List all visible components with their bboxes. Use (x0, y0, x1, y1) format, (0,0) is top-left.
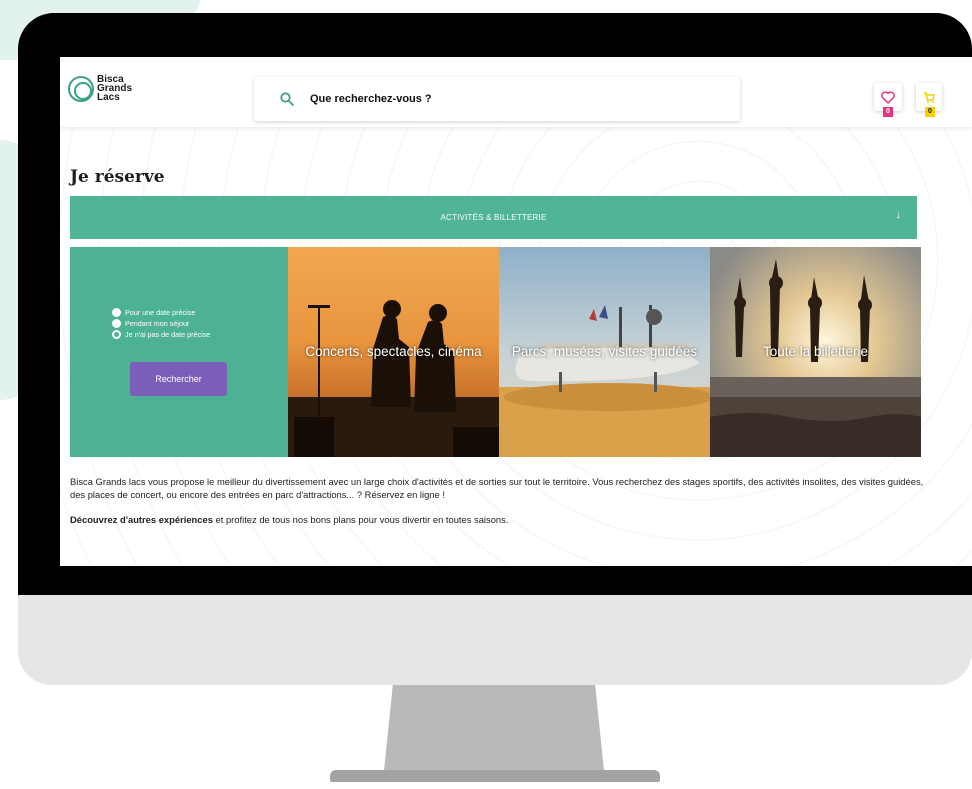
date-option-list: Pour une date précise Pendant mon séjour… (112, 307, 210, 340)
search-bar[interactable] (254, 77, 740, 121)
site-header: Bisca Grands Lacs 0 0 (60, 57, 972, 127)
monitor-stand-neck (384, 685, 604, 771)
card-title: Parcs, musées, visites guidées (511, 344, 698, 359)
accordion-label: ACTIVITÉS & BILLETTERIE (440, 213, 547, 222)
radio-button[interactable] (112, 308, 121, 317)
promo-text: et profitez de tous nos bons plans pour … (212, 514, 509, 525)
monitor-stand-foot (330, 770, 660, 782)
radio-label: Pendant mon séjour (125, 319, 190, 328)
page-title: Je réserve (70, 167, 165, 187)
promo-link[interactable]: Découvrez d'autres expériences (70, 514, 213, 525)
search-input[interactable] (310, 93, 690, 105)
logo-mark-icon (68, 75, 94, 102)
date-option-no-date[interactable]: Je n'ai pas de date précise (112, 329, 210, 340)
monitor: Bisca Grands Lacs 0 0 Je réserve (18, 13, 972, 685)
radio-button-selected[interactable] (112, 330, 121, 339)
cart-count-badge: 0 (925, 107, 935, 117)
monitor-chin (18, 595, 972, 685)
category-card-concerts[interactable]: Concerts, spectacles, cinéma (288, 247, 499, 457)
date-filter-panel: Pour une date précise Pendant mon séjour… (70, 247, 288, 457)
search-button[interactable]: Rechercher (130, 362, 227, 396)
category-card-museums[interactable]: Parcs, musées, visites guidées (499, 247, 710, 457)
heart-icon (881, 90, 895, 104)
date-option-specific[interactable]: Pour une date précise (112, 307, 210, 318)
card-title: Toute la billetterie (762, 344, 869, 359)
radio-label: Je n'ai pas de date précise (125, 330, 211, 339)
favorites-button[interactable]: 0 (874, 83, 902, 117)
favorites-count-badge: 0 (883, 107, 893, 117)
arrow-down-icon: ↓ (895, 209, 902, 221)
screen: Bisca Grands Lacs 0 0 Je réserve (60, 57, 972, 566)
category-card-all-tickets[interactable]: Toute la billetterie (710, 247, 921, 457)
site-logo[interactable]: Bisca Grands Lacs (68, 75, 132, 103)
activities-accordion-header[interactable]: ACTIVITÉS & BILLETTERIE ↓ (70, 196, 917, 239)
date-option-during-stay[interactable]: Pendant mon séjour (112, 318, 210, 329)
card-title: Concerts, spectacles, cinéma (305, 344, 482, 359)
radio-label: Pour une date précise (125, 308, 196, 317)
logo-text: Bisca Grands Lacs (97, 75, 132, 103)
promo-paragraph: Découvrez d'autres expériences et profit… (70, 513, 925, 526)
cart-icon (924, 91, 935, 103)
logo-line: Lacs (97, 92, 120, 103)
cart-button[interactable]: 0 (916, 83, 942, 117)
intro-paragraph: Bisca Grands lacs vous propose le meille… (70, 476, 924, 500)
radio-button[interactable] (112, 319, 121, 328)
category-cards: Pour une date précise Pendant mon séjour… (70, 247, 921, 457)
search-icon[interactable] (280, 92, 310, 106)
